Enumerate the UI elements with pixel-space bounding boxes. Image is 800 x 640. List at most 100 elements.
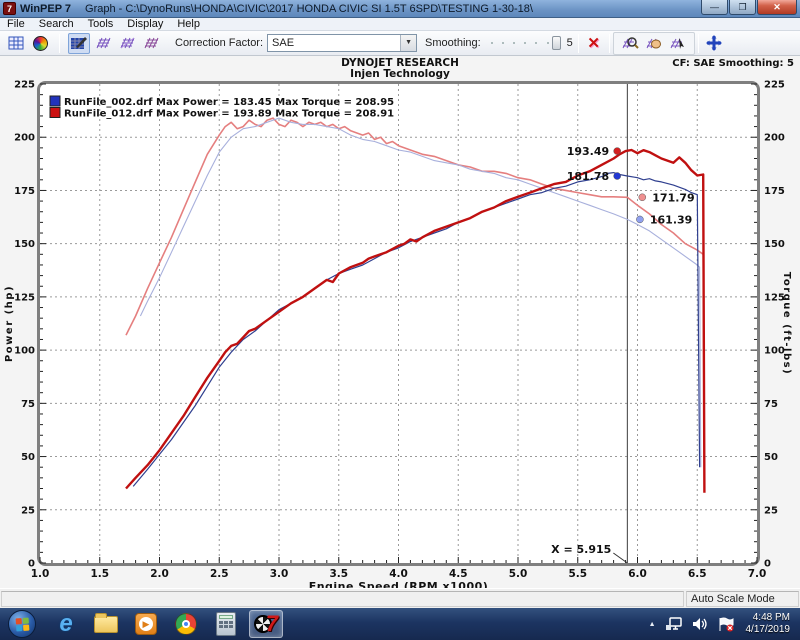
hand-graph-icon (645, 35, 663, 51)
slider-handle[interactable] (552, 36, 561, 50)
menu-bar: File Search Tools Display Help (0, 18, 800, 31)
delete-run-button[interactable]: ✕ (583, 33, 605, 54)
windows-flag-icon (16, 618, 30, 632)
winpep-window: 7 WinPEP 7 Graph - C:\DynoRuns\HONDA\CIV… (0, 0, 800, 640)
menu-file[interactable]: File (0, 18, 32, 31)
graph-view-button[interactable] (68, 33, 90, 54)
legend-label: RunFile_002.drf Max Power = 183.45 Max T… (64, 97, 394, 108)
toolbar-separator (59, 34, 60, 53)
x-tick-label: 4.5 (449, 568, 468, 580)
color-wheel-icon (33, 36, 48, 51)
close-button[interactable]: ✕ (757, 0, 797, 15)
chart-subtitle: Injen Technology (350, 68, 450, 80)
pointer-graph-icon (669, 35, 687, 51)
title-bar[interactable]: 7 WinPEP 7 Graph - C:\DynoRuns\HONDA\CIV… (0, 0, 800, 18)
start-button[interactable] (8, 610, 36, 638)
x-tick-label: 2.0 (150, 568, 169, 580)
zoom-graph-button[interactable] (619, 33, 641, 54)
y-tick-label-right: 50 (764, 452, 778, 463)
minimize-button[interactable]: — (701, 0, 728, 15)
chevron-down-icon[interactable]: ▼ (400, 35, 416, 51)
taskbar-item-chrome[interactable] (169, 610, 203, 638)
wireframe-graph-icon (118, 35, 136, 51)
taskbar-item-explorer[interactable] (89, 610, 123, 638)
menu-display[interactable]: Display (120, 18, 170, 31)
folder-icon (94, 616, 118, 633)
y-axis-title-power: Power (hp) (4, 285, 15, 362)
taskbar-item-media-player[interactable]: ▶ (129, 610, 163, 638)
crosshair-tool-button[interactable] (703, 33, 725, 54)
y-tick-label-left: 75 (21, 399, 35, 410)
y-tick-label-right: 200 (764, 133, 785, 144)
y-tick-label-left: 150 (14, 239, 35, 250)
cursor-marker-dot (614, 148, 621, 155)
graph-3d-button-2[interactable] (116, 33, 138, 54)
legend-label: RunFile_012.drf Max Power = 193.89 Max T… (64, 109, 394, 120)
graph-3d-button-1[interactable] (92, 33, 114, 54)
table-grid-icon (8, 36, 25, 51)
y-tick-label-left: 0 (28, 559, 35, 570)
taskbar-item-calculator[interactable] (209, 610, 243, 638)
scale-mode-indicator: Auto Scale Mode (686, 591, 799, 607)
correction-factor-value: SAE (268, 37, 400, 49)
wireframe-graph-icon (94, 35, 112, 51)
runlist-button[interactable] (5, 33, 27, 54)
cursor-marker-dot (636, 216, 643, 223)
y-tick-label-left: 225 (14, 80, 35, 91)
x-tick-label: 7.0 (748, 568, 767, 580)
menu-help[interactable]: Help (170, 18, 207, 31)
cursor-marker-dot (639, 194, 646, 201)
graph-3d-button-3[interactable] (140, 33, 162, 54)
calculator-icon (216, 612, 236, 636)
correction-factor-label: Correction Factor: (175, 37, 263, 49)
cursor-marker-value: 181.78 (567, 170, 609, 183)
smoothing-value: 5 (565, 37, 575, 49)
y-axis-title-torque: Torque (ft-lbs) (781, 272, 792, 375)
smoothing-slider[interactable] (489, 35, 561, 51)
network-icon[interactable] (665, 617, 683, 631)
cursor-x-readout: X = 5.915 (551, 543, 611, 556)
winpep-app-icon: 7 (3, 2, 16, 15)
tray-expand-icon[interactable]: ▲ (649, 621, 656, 628)
x-tick-label: 2.5 (210, 568, 229, 580)
dyno-chart: 1.01.52.02.53.03.54.04.55.05.56.06.57.00… (0, 56, 800, 588)
taskbar: e ▶ 7 ▲ (0, 608, 800, 640)
y-tick-label-right: 75 (764, 399, 778, 410)
pan-graph-button[interactable] (643, 33, 665, 54)
menu-search[interactable]: Search (32, 18, 81, 31)
action-center-flag-icon[interactable] (717, 617, 735, 632)
y-tick-label-left: 200 (14, 133, 35, 144)
clock-date: 4/17/2019 (746, 624, 791, 636)
media-player-icon: ▶ (135, 613, 157, 635)
restore-button[interactable]: ❐ (729, 0, 756, 15)
red-x-icon: ✕ (587, 34, 600, 52)
chrome-icon (175, 613, 197, 635)
cursor-marker-value: 161.39 (650, 213, 692, 226)
y-tick-label-left: 50 (21, 452, 35, 463)
wireframe-graph-icon (142, 35, 160, 51)
x-tick-label: 1.0 (31, 568, 50, 580)
y-tick-label-right: 225 (764, 80, 785, 91)
taskbar-clock[interactable]: 4:48 PM 4/17/2019 (746, 612, 791, 636)
taskbar-item-internet-explorer[interactable]: e (49, 610, 83, 638)
x-tick-label: 1.5 (90, 568, 109, 580)
cursor-graph-button[interactable] (667, 33, 689, 54)
color-settings-button[interactable] (29, 33, 51, 54)
y-tick-label-right: 25 (764, 505, 778, 516)
y-tick-label-left: 175 (14, 186, 35, 197)
status-bar: Auto Scale Mode (0, 588, 800, 608)
taskbar-item-winpep[interactable]: 7 (249, 610, 283, 638)
toolbar-separator (698, 34, 699, 53)
speaker-icon[interactable] (692, 617, 708, 631)
cursor-marker-value: 171.79 (652, 191, 694, 204)
smoothing-label: Smoothing: (425, 37, 481, 49)
magnifier-graph-icon (621, 35, 639, 51)
x-tick-label: 6.0 (628, 568, 647, 580)
x-tick-label: 5.0 (509, 568, 528, 580)
menu-tools[interactable]: Tools (81, 18, 121, 31)
y-tick-label-right: 0 (764, 559, 771, 570)
system-tray: ▲ 4:48 PM 4/17/2019 (649, 612, 800, 636)
legend-swatch (50, 108, 60, 118)
correction-factor-select[interactable]: SAE ▼ (267, 34, 417, 52)
x-tick-label: 3.0 (270, 568, 289, 580)
